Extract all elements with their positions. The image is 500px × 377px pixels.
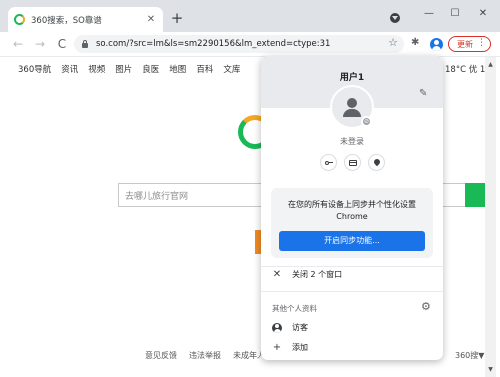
nav-link[interactable]: 百科 (196, 63, 213, 75)
maximize-button[interactable]: ☐ (446, 6, 464, 22)
tab-close-icon[interactable]: ✕ (145, 14, 157, 25)
add-profile-item[interactable]: + 添加 (272, 342, 308, 353)
sync-prompt-line2: Chrome (336, 212, 368, 221)
update-button[interactable]: 更新 ⋮ (448, 36, 491, 52)
guest-label: 访客 (292, 323, 308, 332)
sign-in-status: 未登录 (340, 137, 364, 146)
tab-search-icon[interactable] (390, 13, 400, 23)
guest-person-icon (272, 322, 282, 333)
gear-icon[interactable]: ⚙ (421, 300, 431, 313)
close-windows-item[interactable]: ✕ 关闭 2 个窗口 (272, 269, 342, 280)
close-windows-label: 关闭 2 个窗口 (292, 270, 343, 279)
turn-on-sync-button[interactable]: 开启同步功能... (279, 231, 425, 251)
addresses-button[interactable] (368, 154, 385, 171)
sync-off-badge-icon: ⊘ (361, 116, 372, 127)
profile-name: 用户1 (339, 73, 365, 83)
payment-methods-button[interactable] (344, 154, 361, 171)
nav-link[interactable]: 360导航 (18, 63, 51, 75)
nav-link[interactable]: 资讯 (61, 63, 78, 75)
scroll-up-icon[interactable]: ▲ (485, 61, 496, 68)
plus-icon: + (272, 342, 282, 353)
footer-links: 意见反馈 违法举报 未成年人 (145, 350, 265, 361)
top-nav-links: 360导航 资讯 视频 图片 良医 地图 百科 文库 (18, 63, 240, 75)
address-bar[interactable]: so.com/?src=lm&ls=sm2290156&lm_extend=ct… (74, 35, 404, 53)
close-icon: ✕ (272, 269, 282, 280)
tab-title: 360搜索，SO靠谱 (31, 15, 102, 26)
edit-pencil-icon[interactable]: ✎ (419, 88, 427, 99)
person-body-icon (343, 109, 361, 117)
passwords-button[interactable] (320, 154, 337, 171)
other-profiles-heading: 其他个人资料 (272, 304, 317, 313)
footer-link[interactable]: 违法举报 (189, 350, 221, 361)
nav-link[interactable]: 视频 (88, 63, 105, 75)
sync-prompt-line1: 在您的所有设备上同步并个性化设置 (288, 200, 416, 209)
key-icon (324, 160, 333, 165)
nav-link[interactable]: 良医 (142, 63, 159, 75)
footer-link[interactable]: 意见反馈 (145, 350, 177, 361)
more-menu-icon: ⋮ (477, 38, 486, 48)
browser-tab[interactable]: 360搜索，SO靠谱 ✕ (8, 7, 163, 32)
search-placeholder: 去哪儿旅行官网 (125, 191, 189, 202)
divider (261, 266, 443, 267)
minimize-button[interactable]: — (420, 6, 438, 22)
bookmark-star-icon[interactable]: ☆ (388, 36, 398, 49)
forward-button[interactable]: → (30, 37, 50, 51)
search-button[interactable] (465, 183, 485, 207)
sync-promo-card: 在您的所有设备上同步并个性化设置 Chrome 开启同步功能... (271, 188, 433, 258)
sync-prompt: 在您的所有设备上同步并个性化设置 Chrome (271, 199, 433, 223)
location-pin-icon (372, 157, 381, 166)
page-scrollbar[interactable]: ▲ ▼ (485, 57, 496, 377)
profile-menu-popup: 用户1 ✎ ⊘ 未登录 在您的所有设备上同步并个性化设置 Chrome 开启同步… (261, 56, 443, 360)
360-favicon-icon (14, 14, 25, 25)
guest-profile-item[interactable]: 访客 (272, 322, 308, 333)
browser-toolbar: ← → C so.com/?src=lm&ls=sm2290156&lm_ext… (0, 32, 500, 56)
new-tab-button[interactable]: + (168, 9, 186, 27)
close-window-button[interactable]: ✕ (474, 6, 492, 22)
add-label: 添加 (292, 343, 308, 352)
title-bar: 360搜索，SO靠谱 ✕ + — ☐ ✕ (0, 0, 500, 32)
lock-icon[interactable] (82, 39, 88, 48)
url-text[interactable]: so.com/?src=lm&ls=sm2290156&lm_extend=ct… (96, 39, 330, 49)
divider (261, 291, 443, 292)
nav-link[interactable]: 文库 (223, 63, 240, 75)
weather-info[interactable]: 18°C 优 1 (445, 63, 485, 75)
profile-avatar-button[interactable] (430, 38, 443, 51)
extensions-puzzle-icon[interactable]: ✱ (411, 37, 419, 48)
scroll-down-icon[interactable]: ▼ (485, 366, 496, 373)
update-label: 更新 (457, 39, 473, 49)
credit-card-icon (348, 159, 357, 166)
person-head-icon (347, 98, 357, 108)
nav-link[interactable]: 图片 (115, 63, 132, 75)
nav-link[interactable]: 地图 (169, 63, 186, 75)
footer-360-menu[interactable]: 360搜▼ (455, 350, 484, 361)
back-button[interactable]: ← (8, 37, 28, 51)
reload-button[interactable]: C (52, 37, 72, 51)
